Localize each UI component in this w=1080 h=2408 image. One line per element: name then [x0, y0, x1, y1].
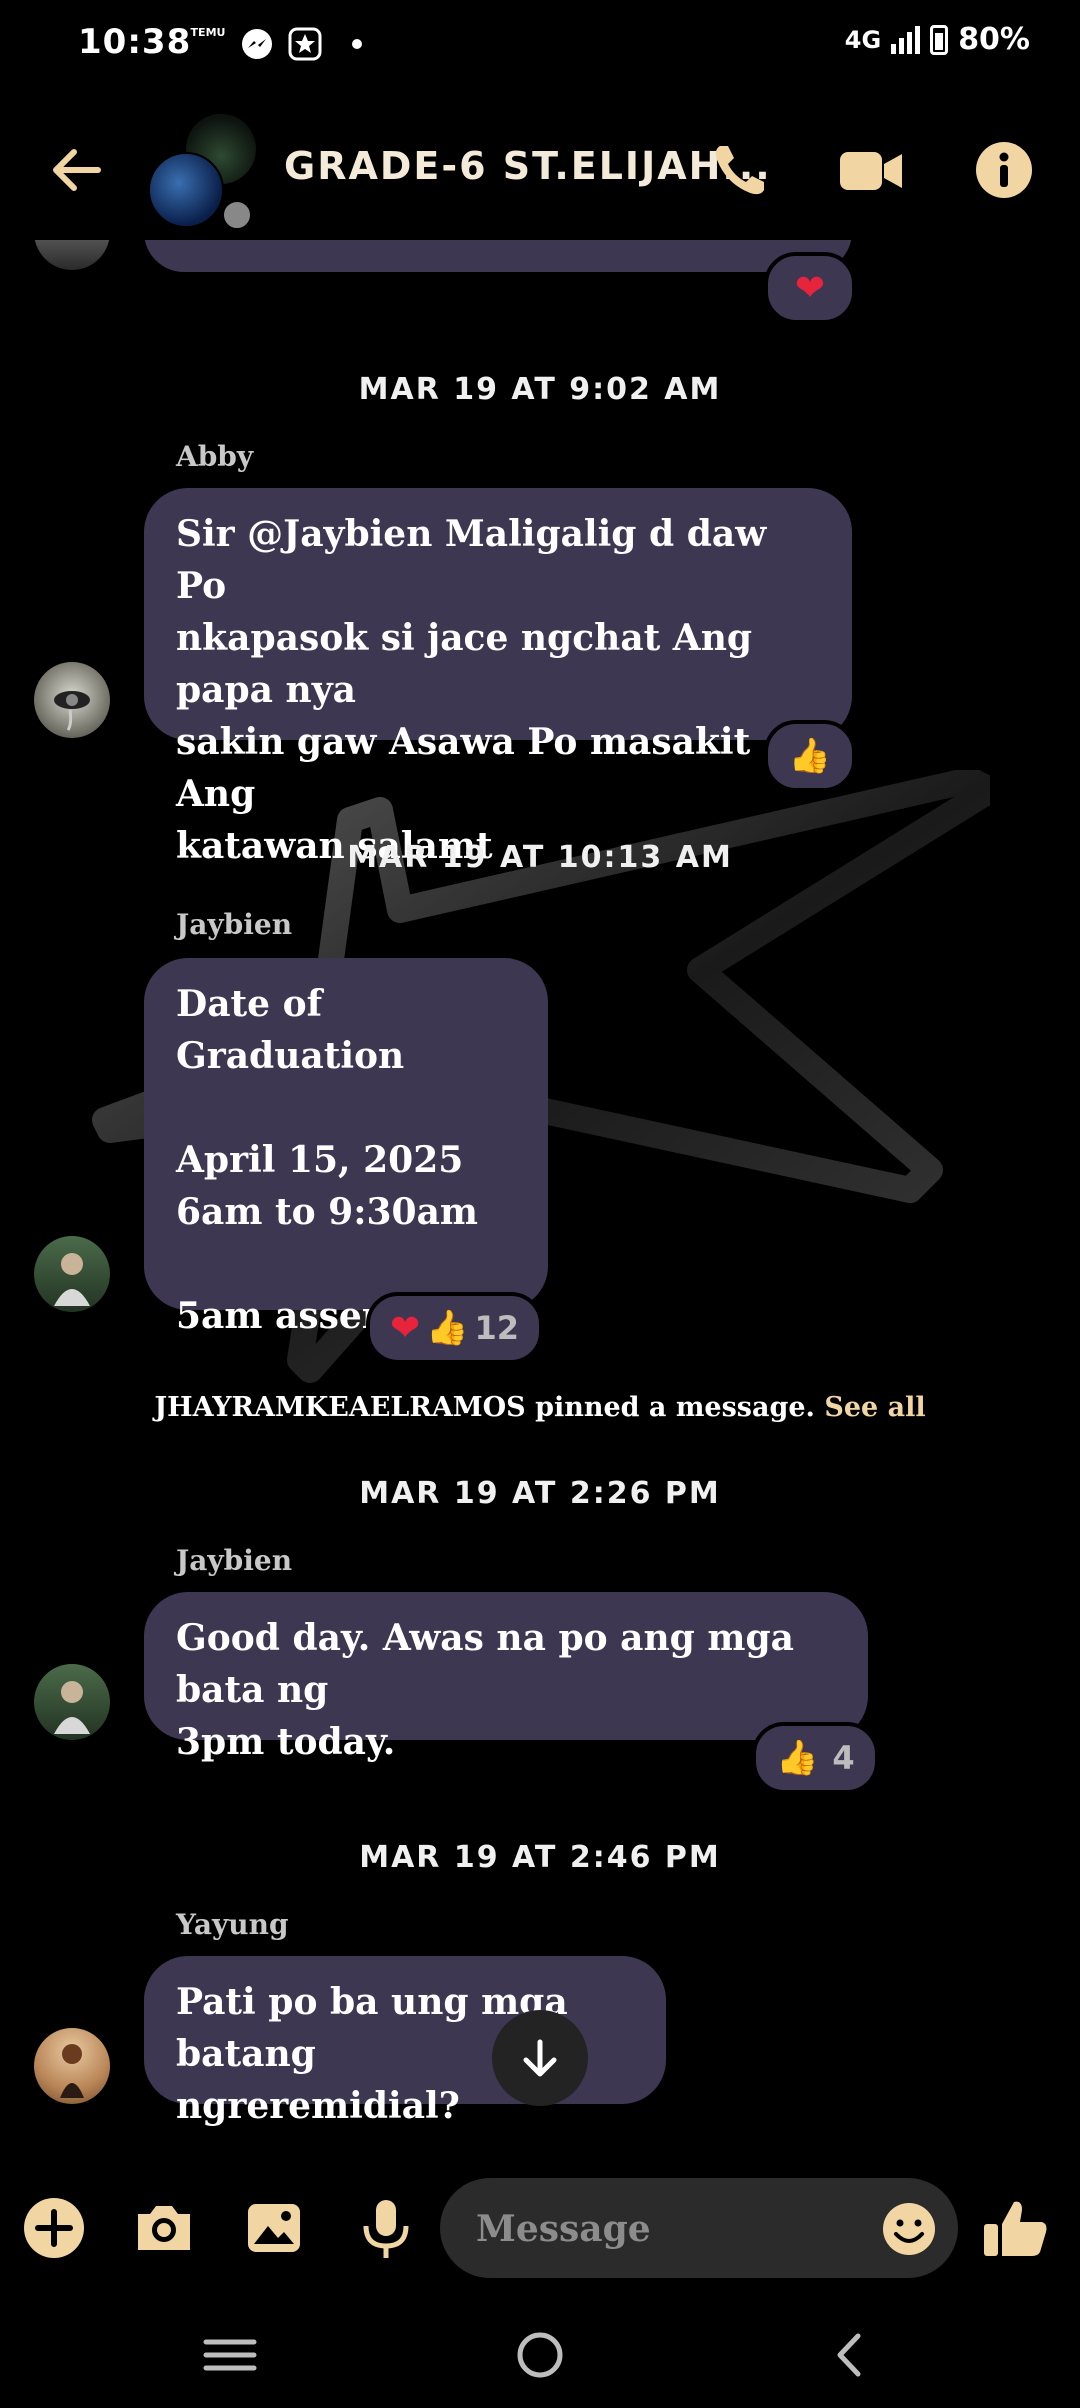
back-icon[interactable]	[820, 2330, 880, 2380]
phone-icon[interactable]	[706, 136, 774, 204]
microphone-icon[interactable]	[352, 2194, 420, 2262]
presence-indicator	[220, 198, 254, 232]
info-icon[interactable]	[970, 136, 1038, 204]
emoji-icon[interactable]	[880, 2200, 938, 2258]
recent-apps-icon[interactable]	[200, 2330, 260, 2380]
video-camera-icon[interactable]	[836, 136, 908, 204]
system-navigation-bar	[0, 2300, 1080, 2408]
reaction-badge[interactable]: 👍	[764, 720, 856, 792]
message-bubble[interactable]: Date of Graduation April 15, 2025 6am to…	[144, 958, 548, 1337]
message-bubble[interactable]: Sir @Jaybien Maligalig d daw Po nkapasok…	[144, 488, 852, 867]
pinned-text: JHAYRAMKEAELRAMOS pinned a message.	[154, 1392, 815, 1423]
date-divider: MAR 19 AT 10:13 AM	[347, 840, 733, 875]
message-bubble[interactable]: Pati po ba ung mga batang ngreremidial?	[144, 1956, 666, 2127]
sender-name: Yayung	[176, 1908, 289, 1941]
camera-icon[interactable]	[130, 2194, 198, 2262]
message-line: Sir @Jaybien Maligalig d daw Po	[176, 513, 767, 607]
message-line: nkapasok si jace ngchat Ang papa nya	[176, 617, 753, 711]
see-all-link[interactable]: See all	[824, 1392, 925, 1423]
message-line	[176, 1238, 516, 1290]
gallery-icon[interactable]	[240, 2194, 308, 2262]
heart-reaction-icon: ❤	[390, 1307, 421, 1349]
message-line: Good day. Awas na po ang mga bata ng	[176, 1617, 794, 1711]
group-avatar[interactable]	[148, 114, 256, 232]
scroll-to-bottom-button[interactable]	[492, 2010, 588, 2106]
avatar[interactable]	[34, 1664, 110, 1740]
eye-avatar-image	[54, 691, 90, 731]
date-divider: MAR 19 AT 9:02 AM	[358, 372, 722, 407]
message-line	[176, 1082, 516, 1134]
message-line: 6am to 9:30am	[176, 1191, 479, 1233]
back-arrow-icon[interactable]	[44, 138, 108, 202]
message-composer	[0, 2170, 1080, 2300]
sender-name: Abby	[176, 440, 254, 473]
date-divider: MAR 19 AT 2:46 PM	[359, 1840, 721, 1875]
chat-title[interactable]: GRADE-6 ST.ELIJAH...	[284, 144, 772, 188]
date-divider: MAR 19 AT 2:26 PM	[359, 1476, 721, 1511]
avatar[interactable]	[34, 2028, 110, 2104]
pinned-message-notice: JHAYRAMKEAELRAMOS pinned a message. See …	[0, 1392, 1080, 1423]
reaction-badge[interactable]: 👍 4	[752, 1722, 879, 1794]
reaction-count: 12	[474, 1309, 520, 1347]
home-icon[interactable]	[510, 2330, 570, 2380]
arrow-down-icon	[523, 2039, 557, 2077]
avatar[interactable]	[34, 662, 110, 738]
reaction-badge[interactable]: ❤ 👍 12	[366, 1292, 544, 1364]
reaction-badge[interactable]: ❤	[764, 252, 856, 324]
message-input-box[interactable]	[440, 2178, 958, 2278]
reaction-count: 4	[832, 1739, 855, 1777]
message-line: April 15, 2025	[176, 1139, 464, 1181]
chat-header: GRADE-6 ST.ELIJAH...	[0, 100, 1080, 240]
thumbs-up-icon[interactable]	[980, 2194, 1054, 2262]
person-avatar-image	[54, 1681, 90, 1734]
message-input[interactable]	[474, 2202, 858, 2256]
avatar[interactable]	[34, 1236, 110, 1312]
heart-reaction-icon: ❤	[794, 267, 826, 309]
plus-icon[interactable]	[20, 2194, 88, 2262]
message-bubble[interactable]: Good day. Awas na po ang mga bata ng 3pm…	[144, 1592, 868, 1763]
sender-name: Jaybien	[176, 908, 293, 941]
person-avatar-image	[60, 2044, 84, 2098]
person-avatar-image	[54, 1253, 90, 1306]
message-line: sakin gaw Asawa Po masakit Ang	[176, 721, 751, 815]
thumbs-up-reaction-icon: 👍	[776, 1738, 819, 1778]
message-line: Date of Graduation	[176, 983, 405, 1077]
sender-name: Jaybien	[176, 1544, 293, 1577]
message-line: 3pm today.	[176, 1721, 396, 1763]
thumbs-up-reaction-icon: 👍	[788, 736, 832, 776]
group-avatar-image-1	[148, 152, 224, 228]
thumbs-up-reaction-icon: 👍	[426, 1308, 469, 1348]
